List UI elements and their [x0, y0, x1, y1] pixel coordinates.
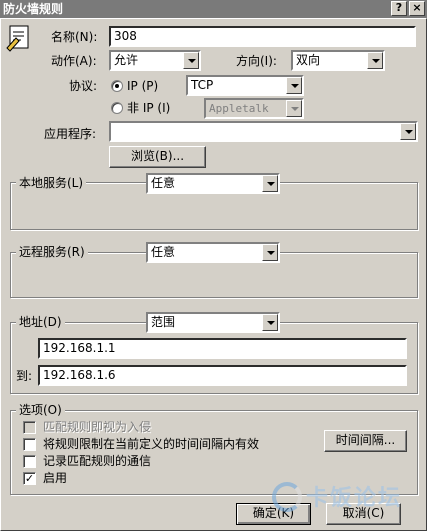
- ip-protocol-select[interactable]: TCP: [186, 75, 304, 96]
- watermark-logo-icon: [272, 482, 302, 512]
- window-title: 防火墙规则: [3, 2, 64, 16]
- remote-service-value: 任意: [151, 245, 176, 259]
- chevron-down-icon[interactable]: [367, 52, 383, 69]
- app-label: 应用程序:: [44, 127, 97, 141]
- options-label: 选项(O): [16, 402, 65, 418]
- chevron-down-icon[interactable]: [286, 77, 302, 94]
- chevron-down-icon[interactable]: [400, 123, 416, 140]
- local-service-label: 本地服务(L): [16, 175, 87, 191]
- chevron-down-icon[interactable]: [183, 52, 199, 69]
- enable-label: 启用: [43, 471, 68, 485]
- non-ip-value: Appletalk: [209, 102, 269, 115]
- intrusion-label: 匹配规则即视为入侵: [43, 420, 152, 434]
- time-interval-button[interactable]: 时间间隔...: [324, 430, 407, 452]
- chevron-down-icon[interactable]: [262, 314, 278, 331]
- non-ip-radio[interactable]: [111, 102, 123, 114]
- remote-service-label: 远程服务(R): [16, 244, 88, 260]
- action-select[interactable]: 允许: [109, 50, 201, 71]
- ip-radio[interactable]: [111, 80, 123, 92]
- address-to-label: 到:: [16, 369, 33, 383]
- browse-button[interactable]: 浏览(B)...: [109, 146, 206, 168]
- remote-service-select[interactable]: 任意: [146, 242, 280, 263]
- ok-button[interactable]: 确定(K): [236, 503, 311, 525]
- rule-icon: [6, 24, 32, 52]
- help-button[interactable]: ?: [391, 1, 407, 16]
- non-ip-radio-label: 非 IP (I): [127, 101, 171, 115]
- time-limit-checkbox[interactable]: [23, 438, 36, 451]
- local-service-value: 任意: [151, 176, 176, 190]
- app-select[interactable]: [109, 121, 418, 142]
- address-to-field[interactable]: 192.168.1.6: [38, 365, 407, 386]
- direction-label: 方向(I):: [236, 54, 277, 68]
- chevron-down-icon[interactable]: [262, 175, 278, 192]
- address-mode-select[interactable]: 范围: [146, 312, 280, 333]
- name-field[interactable]: 308: [109, 26, 416, 47]
- intrusion-checkbox: [23, 421, 36, 434]
- ip-protocol-value: TCP: [191, 78, 214, 92]
- address-from-field[interactable]: 192.168.1.1: [38, 338, 407, 359]
- local-service-select[interactable]: 任意: [146, 173, 280, 194]
- close-button[interactable]: ×: [409, 1, 425, 16]
- address-mode-value: 范围: [151, 315, 176, 329]
- direction-value: 双向: [296, 53, 321, 67]
- protocol-label: 协议:: [69, 79, 98, 93]
- non-ip-select: Appletalk: [204, 98, 304, 119]
- chevron-down-icon[interactable]: [262, 244, 278, 261]
- address-label: 地址(D): [16, 314, 65, 330]
- watermark-text: 卡饭论坛: [306, 486, 403, 511]
- checkmark-icon: ✓: [24, 472, 35, 485]
- log-checkbox[interactable]: [23, 455, 36, 468]
- title-bar: 防火墙规则: [0, 0, 427, 18]
- chevron-down-icon: [286, 100, 302, 117]
- ip-radio-label: IP (P): [127, 79, 159, 93]
- action-value: 允许: [114, 53, 139, 67]
- time-limit-label: 将规则限制在当前定义的时间间隔内有效: [43, 437, 260, 451]
- log-label: 记录匹配规则的通信: [43, 454, 152, 468]
- action-label: 动作(A):: [51, 54, 97, 68]
- enable-checkbox[interactable]: ✓: [23, 472, 36, 485]
- name-label: 名称(N):: [51, 30, 98, 44]
- direction-select[interactable]: 双向: [291, 50, 385, 71]
